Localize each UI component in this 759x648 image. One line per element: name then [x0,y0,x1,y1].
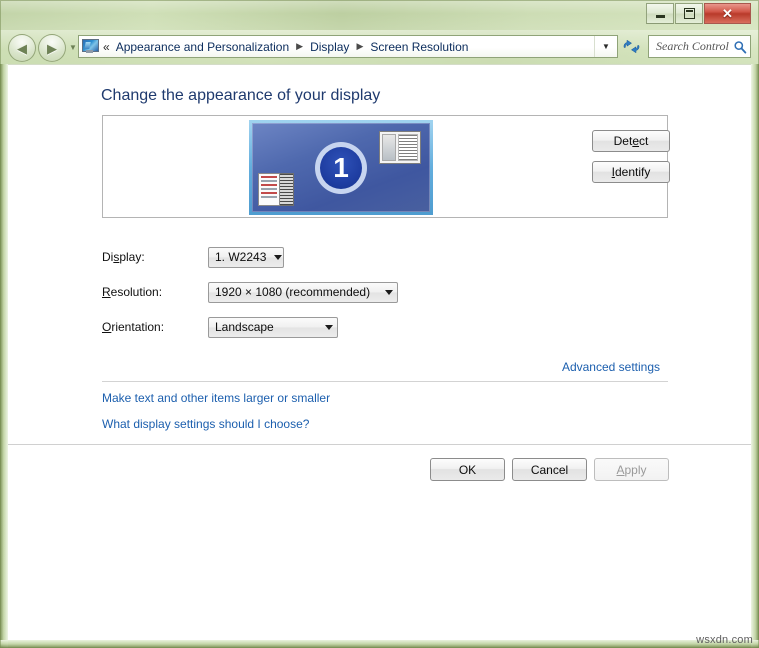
apply-label-suffix: pply [624,462,647,477]
chevron-down-icon [385,289,393,295]
breadcrumb-item-screen-resolution[interactable]: Screen Resolution [369,39,469,55]
search-input[interactable] [654,38,733,55]
window-thumbnail-icon [379,131,421,164]
chevron-down-icon [325,324,333,330]
breadcrumb-item-display[interactable]: Display [309,39,350,55]
display-row: Display: 1. W2243 [102,246,284,268]
orientation-row: Orientation: Landscape [102,316,338,338]
search-box[interactable] [648,35,751,58]
window-controls: ✕ [646,3,751,24]
ok-button[interactable]: OK [430,458,505,481]
minimize-button[interactable] [646,3,674,24]
page-title: Change the appearance of your display [101,87,381,104]
chevron-down-icon[interactable]: ▼ [594,36,617,57]
resolution-select-value: 1920 × 1080 (recommended) [215,285,371,299]
watermark: wsxdn.com [696,634,753,646]
monitor-number-badge: 1 [315,141,367,194]
window-title-bar[interactable]: ✕ [0,0,759,30]
back-arrow-icon: ◀ [17,40,27,56]
resolution-select[interactable]: 1920 × 1080 (recommended) [208,281,398,303]
breadcrumb-separator-icon: ▶ [356,41,364,51]
detect-label-accel: e [632,134,640,148]
what-display-settings-link[interactable]: What display settings should I choose? [102,417,309,431]
search-icon[interactable] [733,40,747,54]
nav-buttons: ◀ ▶ ▼ [8,34,77,62]
content-divider [102,381,668,382]
screen-resolution-window: ✕ ◀ ▶ ▼ « Appearance and Personalization… [0,0,759,648]
breadcrumb-item-appearance[interactable]: Appearance and Personalization [115,39,290,55]
resolution-label: Resolution: [102,285,163,299]
display-select-value: 1. W2243 [215,250,267,264]
breadcrumb-overflow-icon[interactable]: « [103,40,110,54]
maximize-icon [683,8,695,19]
advanced-settings-link[interactable]: Advanced settings [562,360,660,374]
refresh-button[interactable] [621,36,642,57]
window-frame-left [0,64,8,648]
forward-button[interactable]: ▶ [38,34,66,62]
maximize-button[interactable] [675,3,703,24]
window-frame-bottom [0,640,759,648]
detect-button[interactable]: Det e ct [592,130,670,152]
orientation-label: Orientation: [102,320,165,334]
detect-label-suffix: ct [639,134,649,148]
close-button[interactable]: ✕ [704,3,751,24]
detect-label-prefix: Det [613,134,633,148]
forward-arrow-icon: ▶ [47,40,57,56]
apply-label-accel: A [616,462,625,477]
chevron-down-icon [274,254,283,260]
make-text-larger-link[interactable]: Make text and other items larger or smal… [102,391,330,405]
monitor-preview-1[interactable]: 1 [249,120,433,215]
display-select[interactable]: 1. W2243 [208,246,284,268]
button-bar-divider [8,444,751,445]
address-bar[interactable]: « Appearance and Personalization ▶ Displ… [78,35,618,58]
identify-button[interactable]: Identify [592,161,670,183]
history-dropdown-icon[interactable]: ▼ [69,44,77,52]
back-button[interactable]: ◀ [8,34,36,62]
start-menu-thumbnail-icon [258,173,294,206]
close-icon: ✕ [722,6,733,21]
content-area: Change the appearance of your display 1 … [8,64,751,640]
refresh-icon [623,39,640,54]
display-monitor-icon [82,39,99,54]
identify-label-suffix: dentify [614,165,651,179]
apply-button: Apply [594,458,669,481]
cancel-button[interactable]: Cancel [512,458,587,481]
orientation-select[interactable]: Landscape [208,316,338,338]
window-frame-right [751,64,759,648]
resolution-row: Resolution: 1920 × 1080 (recommended) [102,281,398,303]
breadcrumb-separator-icon: ▶ [296,41,304,51]
display-label: Display: [102,250,145,264]
orientation-select-value: Landscape [215,320,274,334]
minimize-icon [655,15,665,18]
display-preview-panel: 1 Det e ct Identify [102,115,670,218]
